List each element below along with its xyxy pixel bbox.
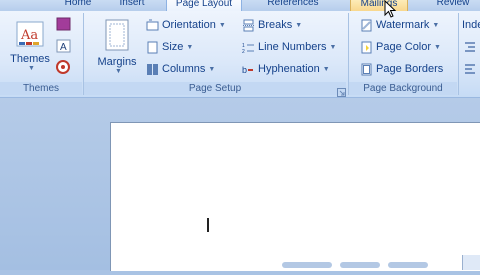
themes-icon: Aa: [16, 21, 44, 47]
group-label-themes: Themes: [0, 82, 82, 95]
page-color-button[interactable]: Page Color ▼: [360, 38, 441, 56]
chevron-down-icon: ▼: [432, 21, 440, 29]
chevron-down-icon: ▼: [434, 43, 441, 51]
tab-insert[interactable]: Insert: [112, 0, 152, 11]
hyphenation-button[interactable]: b Hyphenation ▼: [242, 60, 330, 78]
breaks-label: Breaks: [258, 19, 293, 31]
size-icon: [146, 41, 159, 54]
page-setup-dialog-launcher[interactable]: [337, 84, 346, 97]
svg-text:b: b: [242, 65, 247, 75]
tab-home[interactable]: Home: [58, 0, 98, 11]
columns-icon: [146, 63, 159, 76]
svg-text:A: A: [60, 42, 67, 53]
page-borders-icon: [360, 63, 373, 76]
size-label: Size: [162, 41, 184, 53]
svg-text:Aa: Aa: [20, 28, 38, 43]
theme-fonts-icon: A: [56, 39, 71, 53]
orientation-icon: [146, 19, 159, 32]
theme-colors-icon: [56, 17, 71, 31]
indent-heading: Inde: [462, 16, 480, 34]
video-watermark: [282, 258, 442, 275]
hyphenation-icon: b: [242, 63, 255, 76]
theme-effects-button[interactable]: [56, 60, 72, 75]
columns-label: Columns: [162, 63, 206, 75]
line-numbers-button[interactable]: 12 Line Numbers ▼: [242, 38, 336, 56]
text-cursor: [207, 218, 209, 232]
themes-button[interactable]: Aa Themes ▼: [8, 20, 52, 72]
tab-review[interactable]: Review: [428, 0, 478, 11]
dialog-launcher-icon: [337, 88, 346, 97]
chevron-down-icon: ▼: [329, 43, 337, 51]
svg-text:2: 2: [242, 49, 245, 54]
orientation-label: Orientation: [162, 19, 216, 31]
margins-button[interactable]: Margins ▼: [92, 19, 142, 75]
page-borders-label: Page Borders: [376, 63, 444, 75]
theme-effects-icon: [56, 60, 70, 74]
chevron-down-icon: ▼: [322, 65, 330, 73]
chevron-down-icon: ▼: [218, 21, 226, 29]
mouse-pointer-icon: [384, 0, 398, 25]
margins-button-label: Margins: [97, 56, 137, 68]
chevron-down-icon: ▼: [208, 65, 216, 73]
size-button[interactable]: Size ▼: [146, 38, 193, 56]
group-divider: [458, 13, 459, 95]
orientation-button[interactable]: Orientation ▼: [146, 16, 226, 34]
chevron-down-icon: ▼: [295, 21, 303, 29]
watermark-icon: [360, 19, 373, 32]
theme-colors-button[interactable]: [56, 17, 72, 32]
themes-button-label: Themes: [10, 53, 50, 65]
watermark-button[interactable]: Watermark ▼: [360, 16, 439, 34]
tab-references[interactable]: References: [260, 0, 326, 11]
ribbon-tab-strip: Home Insert Page Layout References Maili…: [0, 0, 480, 13]
indent-label: Inde: [462, 19, 480, 31]
page-color-label: Page Color: [376, 41, 432, 53]
page-borders-button[interactable]: Page Borders: [360, 60, 443, 78]
hyphenation-label: Hyphenation: [258, 63, 320, 75]
theme-fonts-button[interactable]: A: [56, 39, 72, 54]
breaks-icon: [242, 19, 255, 32]
indent-right-icon[interactable]: [463, 62, 477, 74]
document-page[interactable]: [110, 122, 480, 271]
chevron-down-icon: ▼: [186, 43, 194, 51]
line-numbers-icon: 12: [242, 41, 255, 55]
line-numbers-label: Line Numbers: [258, 41, 327, 53]
group-label-page-setup: Page Setup: [84, 82, 346, 95]
page-color-icon: [360, 41, 373, 54]
chevron-down-icon: ▼: [28, 65, 35, 72]
margins-icon: [105, 19, 129, 51]
breaks-button[interactable]: Breaks ▼: [242, 16, 302, 34]
vertical-scrollbar[interactable]: [462, 255, 480, 270]
group-label-page-background: Page Background: [349, 82, 457, 95]
indent-left-icon[interactable]: [463, 40, 477, 52]
chevron-down-icon: ▼: [115, 68, 122, 75]
columns-button[interactable]: Columns ▼: [146, 60, 215, 78]
